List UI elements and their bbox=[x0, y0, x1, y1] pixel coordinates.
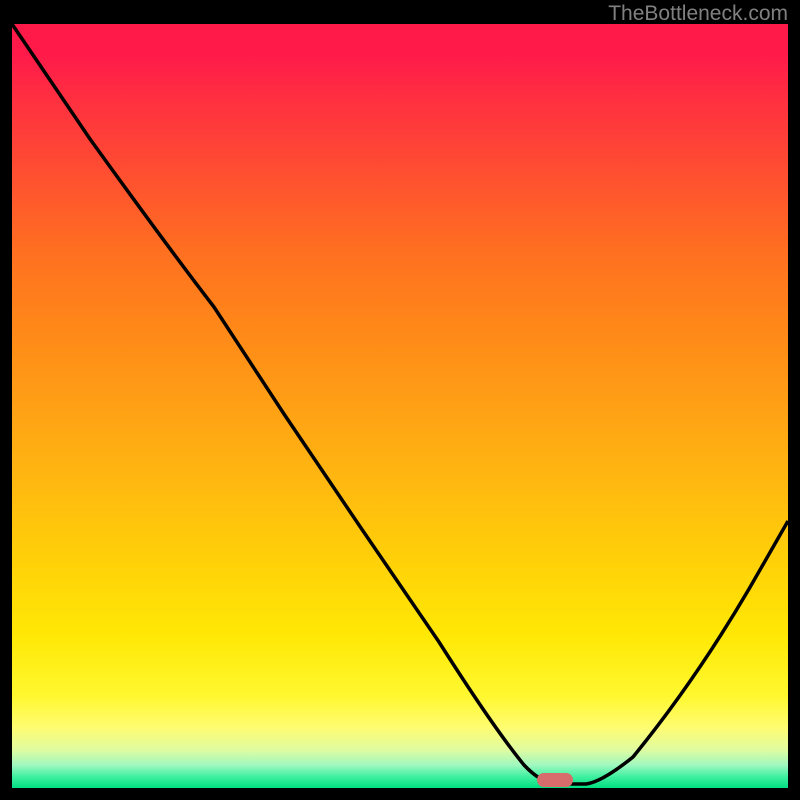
optimal-marker bbox=[537, 773, 573, 787]
chart-container bbox=[12, 24, 788, 788]
bottleneck-curve bbox=[12, 24, 788, 784]
watermark-text: TheBottleneck.com bbox=[608, 2, 788, 26]
chart-curve-svg bbox=[12, 24, 788, 788]
